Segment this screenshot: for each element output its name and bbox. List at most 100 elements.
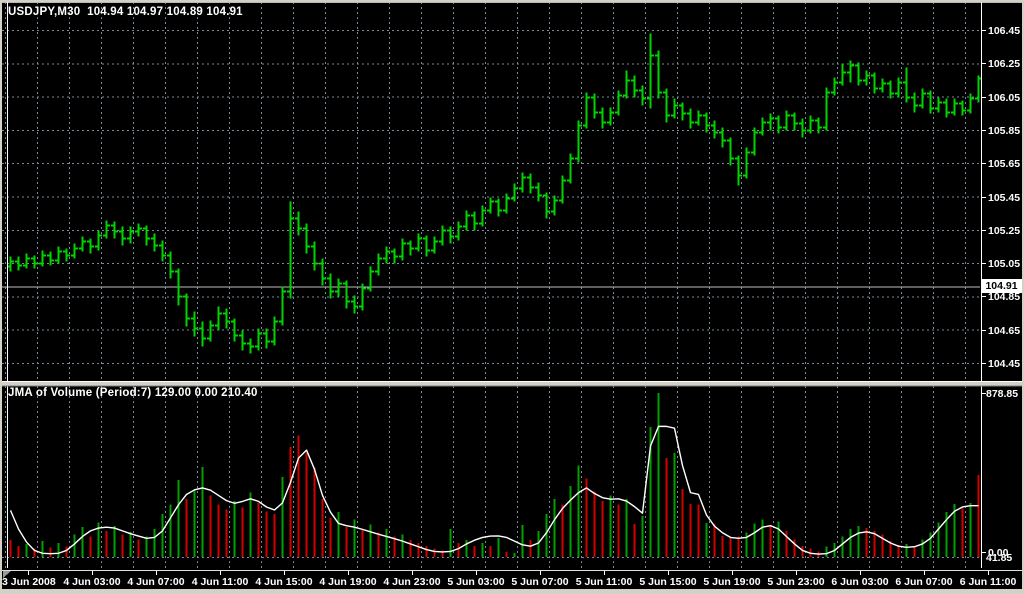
ohlc-bar <box>567 154 574 184</box>
ohlc-bar <box>295 212 302 236</box>
ohlc-bar <box>447 227 454 244</box>
ohlc-bar <box>207 321 214 342</box>
volume-bars <box>11 393 979 557</box>
time-axis-label: 4 Jun 23:00 <box>383 576 440 588</box>
ohlc-bar <box>183 294 190 327</box>
ohlc-bar <box>767 114 774 131</box>
ohlc-bar <box>55 247 62 264</box>
ohlc-bar <box>31 256 38 269</box>
time-axis-label: 5 Jun 19:00 <box>703 576 760 588</box>
ohlc-bar <box>383 247 390 264</box>
price-axis-label: 104.45 <box>988 358 1020 370</box>
time-axis-label: 4 Jun 07:00 <box>127 576 184 588</box>
ohlc-bar <box>191 312 198 337</box>
ohlc-bar <box>199 322 206 347</box>
time-axis-label: 6 Jun 07:00 <box>895 576 952 588</box>
ohlc-bar <box>495 199 502 217</box>
ohlc-bar <box>543 193 550 219</box>
mt4-chart-window: 106.45106.25106.05105.85105.65105.45105.… <box>0 0 1024 594</box>
time-axis-label: 5 Jun 03:00 <box>447 576 504 588</box>
ohlc-bar <box>895 78 902 98</box>
ohlc-bar <box>735 156 742 186</box>
time-axis-label: 6 Jun 03:00 <box>831 576 888 588</box>
price-axis-label: 105.65 <box>988 158 1020 170</box>
ohlc-bar <box>759 118 766 136</box>
ohlc-bar <box>79 237 86 252</box>
ohlc-bar <box>863 71 870 86</box>
ohlc-bar <box>623 71 630 99</box>
time-axis-label: 4 Jun 11:00 <box>192 576 249 588</box>
time-axis-label: 3 Jun 2008 <box>2 576 56 588</box>
ohlc-bar <box>559 176 566 204</box>
chart-area[interactable]: 106.45106.25106.05105.85105.65105.45105.… <box>2 2 1022 589</box>
ohlc-bar <box>583 93 590 129</box>
ohlc-bar <box>831 78 838 96</box>
time-axis-label: 4 Jun 15:00 <box>255 576 312 588</box>
indicator-axis-max-label: 878.85 <box>986 388 1018 400</box>
ohlc-bar <box>407 241 414 256</box>
ohlc-bar <box>343 281 350 309</box>
price-axis-label: 106.25 <box>988 58 1020 70</box>
ohlc-bar <box>615 91 622 116</box>
chart-canvas: 106.45106.25106.05105.85105.65105.45105.… <box>2 2 1022 589</box>
time-axis-label: 5 Jun 11:00 <box>576 576 633 588</box>
jma-line <box>11 426 979 554</box>
ohlc-bar <box>263 329 270 349</box>
ohlc-bar <box>479 206 486 227</box>
current-price-tag: 104.91 <box>981 279 1022 293</box>
ohlc-bar <box>703 113 710 133</box>
ohlc-bar <box>95 231 102 251</box>
grid-lines <box>2 2 980 568</box>
ohlc-bar <box>367 267 374 292</box>
ohlc-bar <box>359 284 366 311</box>
ohlc-bar <box>631 76 638 98</box>
ohlc-bar <box>15 257 22 271</box>
time-axis-label: 6 Jun 11:00 <box>960 576 1017 588</box>
price-axis-label: 105.05 <box>988 258 1020 270</box>
ohlc-bar <box>471 212 478 231</box>
ohlc-bar <box>815 118 822 134</box>
ohlc-bar <box>279 287 286 326</box>
ohlc-bar <box>599 108 606 129</box>
ohlc-bar <box>575 121 582 163</box>
ohlc-bar <box>327 274 334 299</box>
ohlc-bar <box>903 68 910 103</box>
ohlc-bar <box>103 221 110 239</box>
ohlc-bar <box>159 241 166 262</box>
ohlc-bar <box>487 198 494 214</box>
ohlc-bar <box>591 94 598 119</box>
ohlc-bar <box>39 251 46 267</box>
ohlc-bar <box>399 239 406 261</box>
ohlc-bar <box>743 148 750 179</box>
price-axis-label: 104.65 <box>988 325 1020 337</box>
ohlc-bar <box>351 296 358 314</box>
ohlc-bar <box>215 307 222 331</box>
ohlc-bar <box>551 196 558 216</box>
ohlc-bar <box>439 226 446 246</box>
indicator-title: JMA of Volume (Period:7) 129.00 0.00 210… <box>8 387 258 399</box>
ohlc-bar <box>839 64 846 86</box>
ohlc-bar <box>431 237 438 254</box>
ohlc-bar <box>671 99 678 119</box>
ohlc-bar <box>223 309 230 329</box>
time-axis-label: 4 Jun 03:00 <box>63 576 120 588</box>
time-axis: 3 Jun 2008 4 Jun 03:00 4 Jun 07:00 4 Jun 11… <box>2 571 1016 588</box>
ohlc-bar <box>71 244 78 259</box>
ohlc-bar <box>975 76 982 103</box>
ohlc-bars <box>7 34 982 354</box>
ohlc-bar <box>151 234 158 252</box>
ohlc-bar <box>167 252 174 279</box>
price-axis: 106.45106.25106.05105.85105.65105.45105.… <box>981 25 1020 370</box>
indicator-axis: 878.850.0041.85 <box>981 388 1018 564</box>
ohlc-bar <box>455 222 462 241</box>
ohlc-bar <box>511 184 518 202</box>
time-axis-label: 5 Jun 07:00 <box>511 576 568 588</box>
ohlc-bar <box>311 242 318 271</box>
ohlc-bar <box>463 211 470 231</box>
ohlc-bar <box>63 249 70 262</box>
ohlc-bar <box>695 111 702 126</box>
ohlc-bar <box>423 236 430 257</box>
ohlc-bar <box>415 234 422 252</box>
ohlc-bar <box>639 86 646 106</box>
ohlc-bar <box>335 279 342 297</box>
